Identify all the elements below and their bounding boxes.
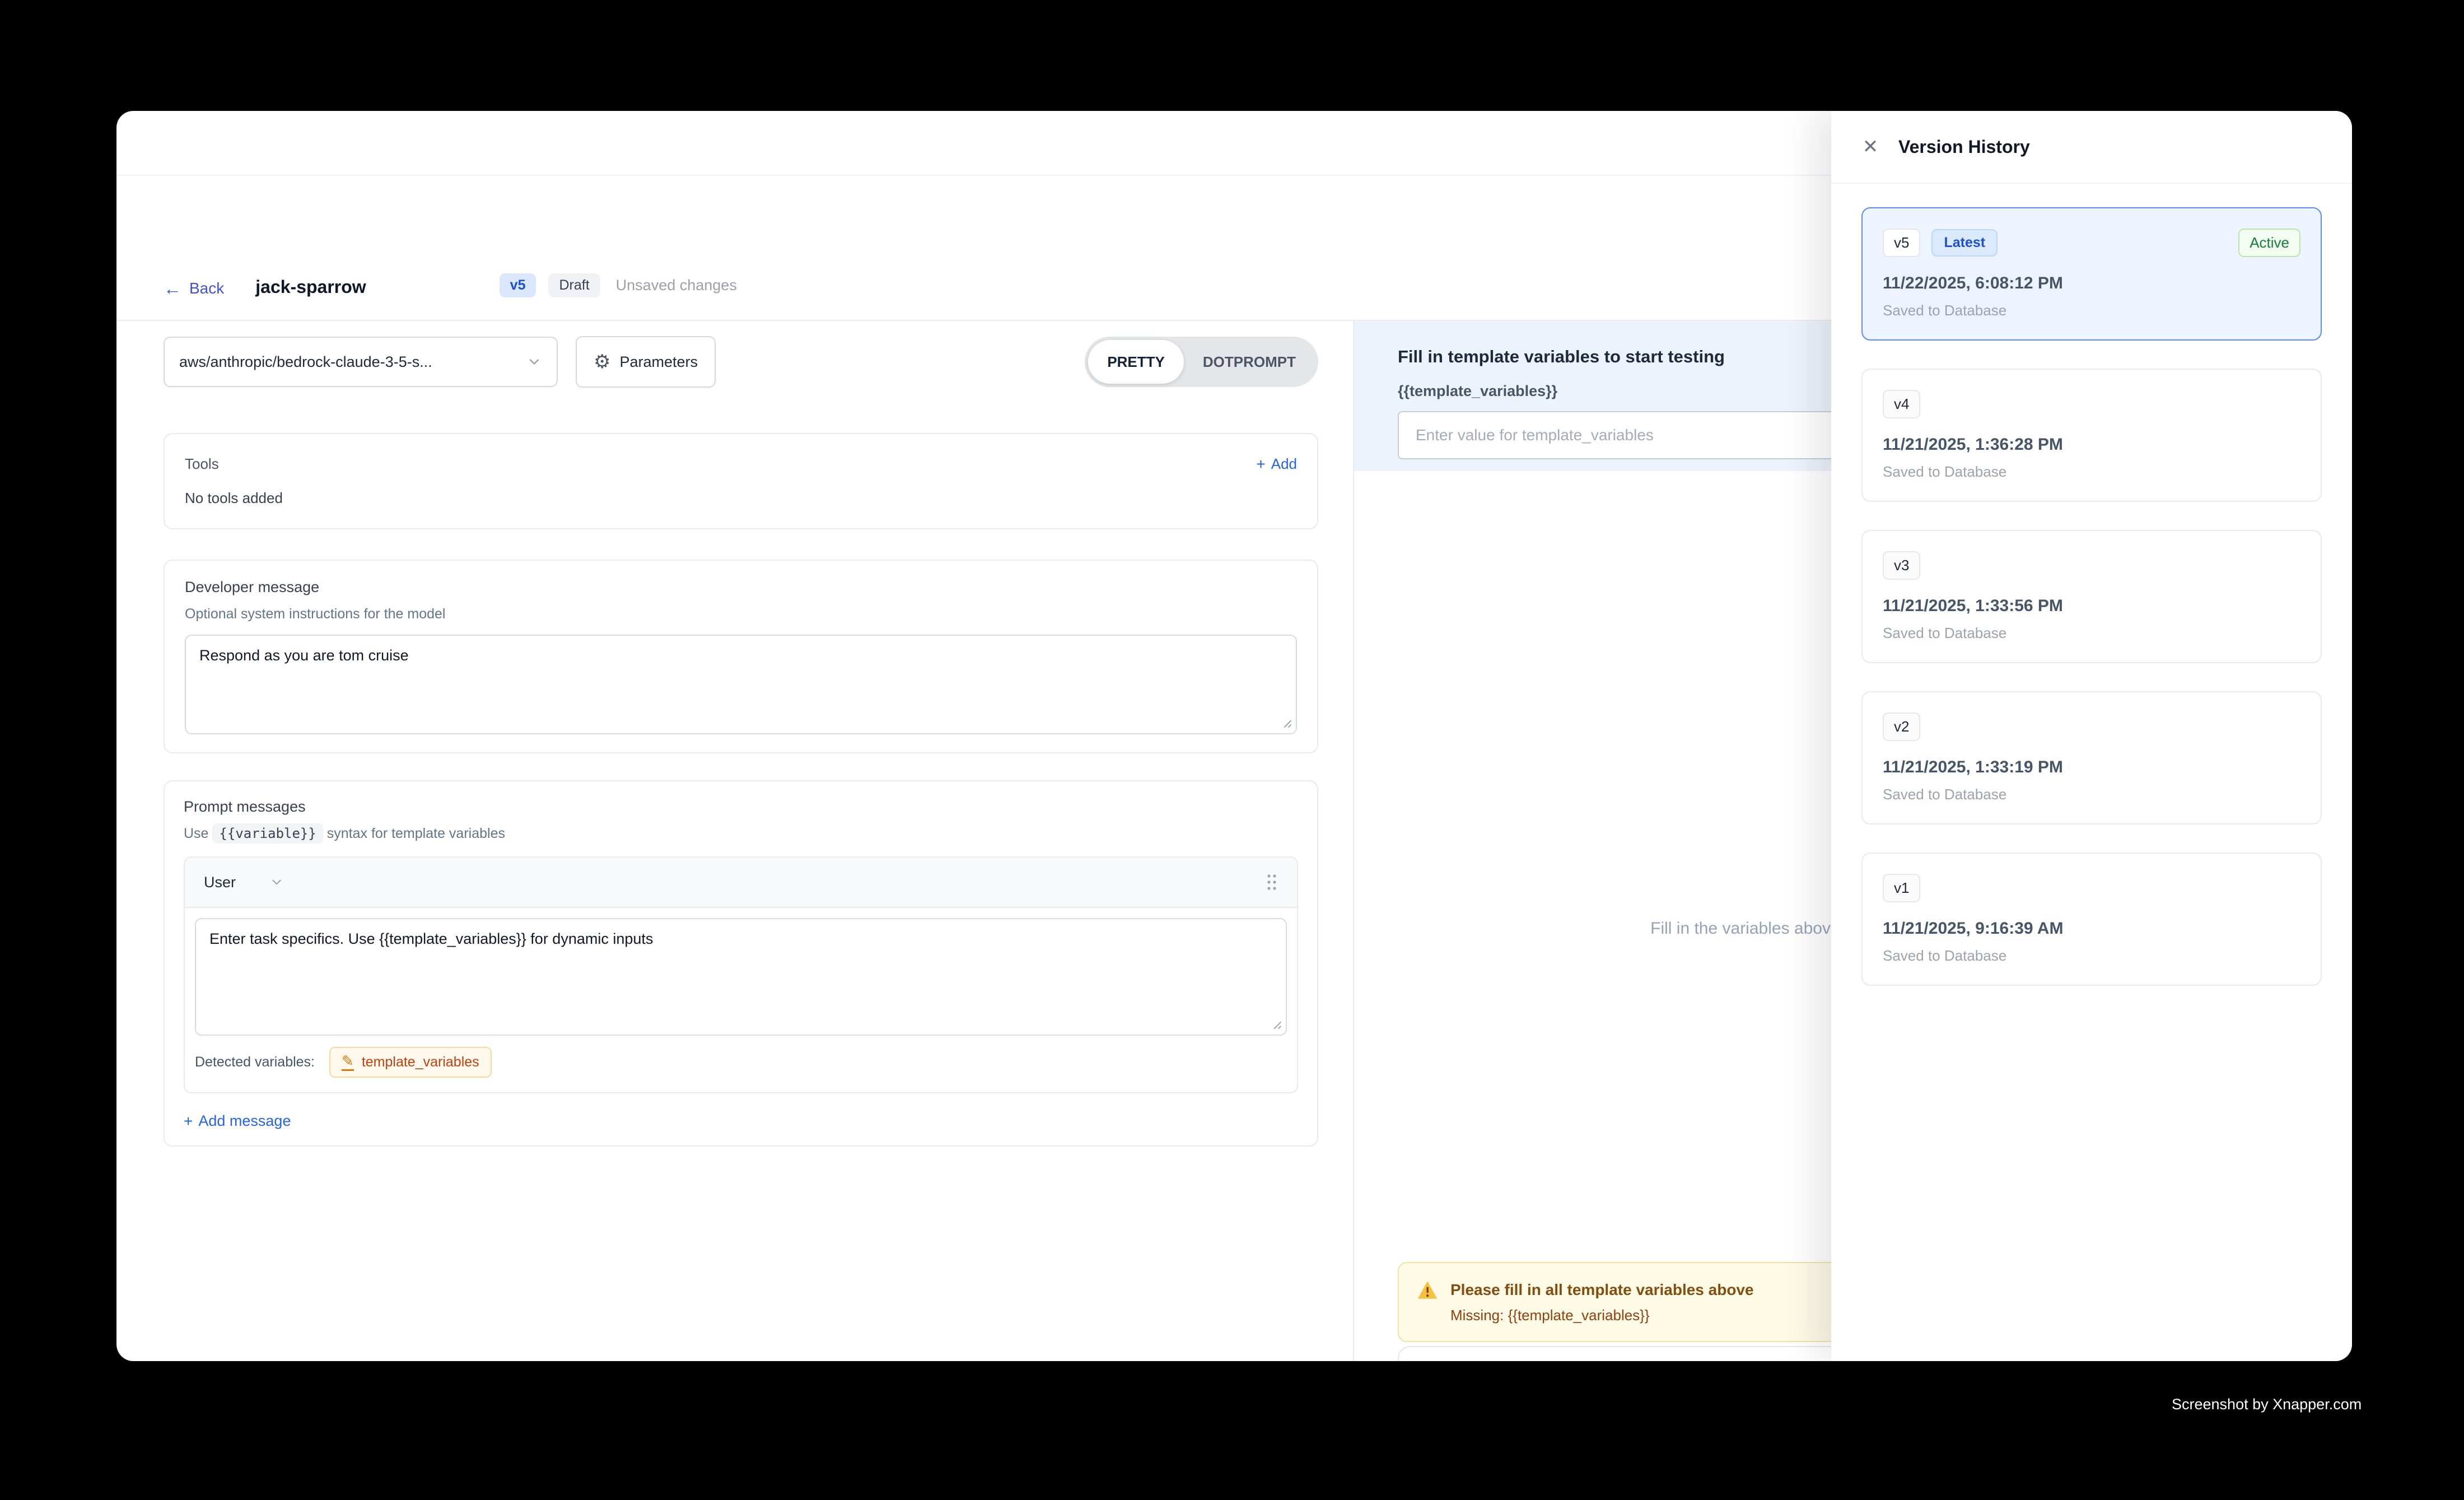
page-title: jack-sparrow bbox=[255, 277, 366, 297]
version-saved-status: Saved to Database bbox=[1883, 786, 2300, 803]
version-number-badge: v2 bbox=[1883, 712, 1920, 741]
subtitle-prefix: Use bbox=[184, 826, 208, 841]
message-textarea[interactable]: Enter task specifics. Use {{template_var… bbox=[195, 918, 1287, 1036]
developer-message-textarea[interactable]: Respond as you are tom cruise bbox=[185, 635, 1297, 734]
add-message-button[interactable]: + Add message bbox=[184, 1112, 1298, 1130]
tab-dotprompt[interactable]: DOTPROMPT bbox=[1184, 340, 1315, 384]
format-toggle[interactable]: PRETTY DOTPROMPT bbox=[1085, 337, 1318, 387]
version-history-title: Version History bbox=[1898, 137, 2030, 157]
unsaved-changes-label: Unsaved changes bbox=[616, 277, 737, 294]
version-list: v5 Latest Active 11/22/2025, 6:08:12 PM … bbox=[1831, 184, 2352, 1009]
prompt-messages-subtitle: Use {{variable}} syntax for template var… bbox=[184, 826, 1298, 842]
parameters-label: Parameters bbox=[619, 353, 698, 371]
version-card-v2[interactable]: v2 11/21/2025, 1:33:19 PM Saved to Datab… bbox=[1861, 691, 2322, 824]
detected-variables-row: Detected variables: ✎ template_variables bbox=[185, 1036, 1297, 1092]
version-timestamp: 11/21/2025, 1:33:19 PM bbox=[1883, 758, 2300, 777]
add-tool-button[interactable]: + Add bbox=[1256, 455, 1297, 473]
watermark: Screenshot by Xnapper.com bbox=[2172, 1396, 2362, 1413]
role-value: User bbox=[204, 874, 236, 891]
plus-icon: + bbox=[1256, 456, 1265, 472]
add-tool-label: Add bbox=[1271, 455, 1297, 473]
version-number-badge: v3 bbox=[1883, 551, 1920, 580]
drag-handle-icon[interactable] bbox=[1266, 873, 1278, 892]
developer-message-title: Developer message bbox=[185, 579, 1297, 596]
developer-message-section: Developer message Optional system instru… bbox=[164, 560, 1318, 753]
warning-title: Please fill in all template variables ab… bbox=[1450, 1281, 1754, 1299]
version-number-badge: v4 bbox=[1883, 390, 1920, 418]
version-saved-status: Saved to Database bbox=[1883, 947, 2300, 965]
back-button[interactable]: ← Back bbox=[164, 279, 224, 297]
prompt-messages-title: Prompt messages bbox=[184, 798, 1298, 816]
version-card-v1[interactable]: v1 11/21/2025, 9:16:39 AM Saved to Datab… bbox=[1861, 853, 2322, 986]
developer-message-subtitle: Optional system instructions for the mod… bbox=[185, 606, 1297, 622]
tools-section: Tools + Add No tools added bbox=[164, 433, 1318, 529]
tab-pretty[interactable]: PRETTY bbox=[1088, 340, 1184, 384]
version-timestamp: 11/21/2025, 1:36:28 PM bbox=[1883, 435, 2300, 454]
role-selector[interactable]: User bbox=[204, 874, 284, 891]
version-number-badge: v5 bbox=[1883, 229, 1920, 257]
version-timestamp: 11/21/2025, 9:16:39 AM bbox=[1883, 919, 2300, 938]
warning-icon bbox=[1417, 1280, 1438, 1300]
version-history-header: ✕ Version History bbox=[1831, 111, 2352, 184]
version-timestamp: 11/21/2025, 1:33:56 PM bbox=[1883, 597, 2300, 616]
model-selector-value: aws/anthropic/bedrock-claude-3-5-s... bbox=[179, 353, 432, 371]
latest-badge: Latest bbox=[1931, 229, 1998, 257]
version-badge: v5 bbox=[500, 273, 536, 297]
back-label: Back bbox=[189, 279, 224, 297]
app-window: ← Back jack-sparrow v5 Draft Unsaved cha… bbox=[116, 111, 2352, 1361]
back-arrow-icon: ← bbox=[164, 279, 181, 297]
variable-chip[interactable]: ✎ template_variables bbox=[329, 1047, 492, 1078]
detected-variables-label: Detected variables: bbox=[195, 1054, 315, 1070]
prompt-messages-section: Prompt messages Use {{variable}} syntax … bbox=[164, 780, 1318, 1147]
model-selector[interactable]: aws/anthropic/bedrock-claude-3-5-s... bbox=[164, 337, 558, 387]
status-badge: Draft bbox=[548, 273, 600, 297]
version-saved-status: Saved to Database bbox=[1883, 625, 2300, 642]
plus-icon: + bbox=[184, 1114, 193, 1129]
editor-pane: aws/anthropic/bedrock-claude-3-5-s... ⚙ … bbox=[116, 321, 1353, 1361]
message-header: User bbox=[185, 858, 1297, 908]
gear-icon: ⚙ bbox=[594, 352, 610, 371]
version-timestamp: 11/22/2025, 6:08:12 PM bbox=[1883, 274, 2300, 293]
toolbar: aws/anthropic/bedrock-claude-3-5-s... ⚙ … bbox=[164, 336, 1318, 388]
version-card-v4[interactable]: v4 11/21/2025, 1:36:28 PM Saved to Datab… bbox=[1861, 369, 2322, 502]
breadcrumb-badges: v5 Draft Unsaved changes bbox=[500, 273, 737, 297]
parameters-button[interactable]: ⚙ Parameters bbox=[576, 336, 716, 388]
version-card-v3[interactable]: v3 11/21/2025, 1:33:56 PM Saved to Datab… bbox=[1861, 530, 2322, 663]
version-card-v5[interactable]: v5 Latest Active 11/22/2025, 6:08:12 PM … bbox=[1861, 207, 2322, 341]
version-history-panel: ✕ Version History v5 Latest Active 11/22… bbox=[1831, 111, 2352, 1361]
subtitle-suffix: syntax for template variables bbox=[327, 826, 505, 841]
prompt-message-block: User Enter task bbox=[184, 856, 1298, 1093]
active-badge: Active bbox=[2238, 229, 2300, 257]
version-number-badge: v1 bbox=[1883, 874, 1920, 902]
chevron-down-icon bbox=[269, 875, 284, 889]
add-message-label: Add message bbox=[198, 1112, 291, 1130]
variable-syntax-chip: {{variable}} bbox=[212, 823, 323, 844]
close-icon[interactable]: ✕ bbox=[1859, 136, 1882, 158]
tools-title: Tools bbox=[185, 455, 219, 473]
variable-chip-label: template_variables bbox=[362, 1054, 479, 1070]
chevron-down-icon bbox=[526, 354, 542, 370]
version-saved-status: Saved to Database bbox=[1883, 302, 2300, 319]
tools-empty-text: No tools added bbox=[185, 490, 1297, 507]
pencil-icon: ✎ bbox=[342, 1054, 354, 1071]
version-saved-status: Saved to Database bbox=[1883, 463, 2300, 481]
